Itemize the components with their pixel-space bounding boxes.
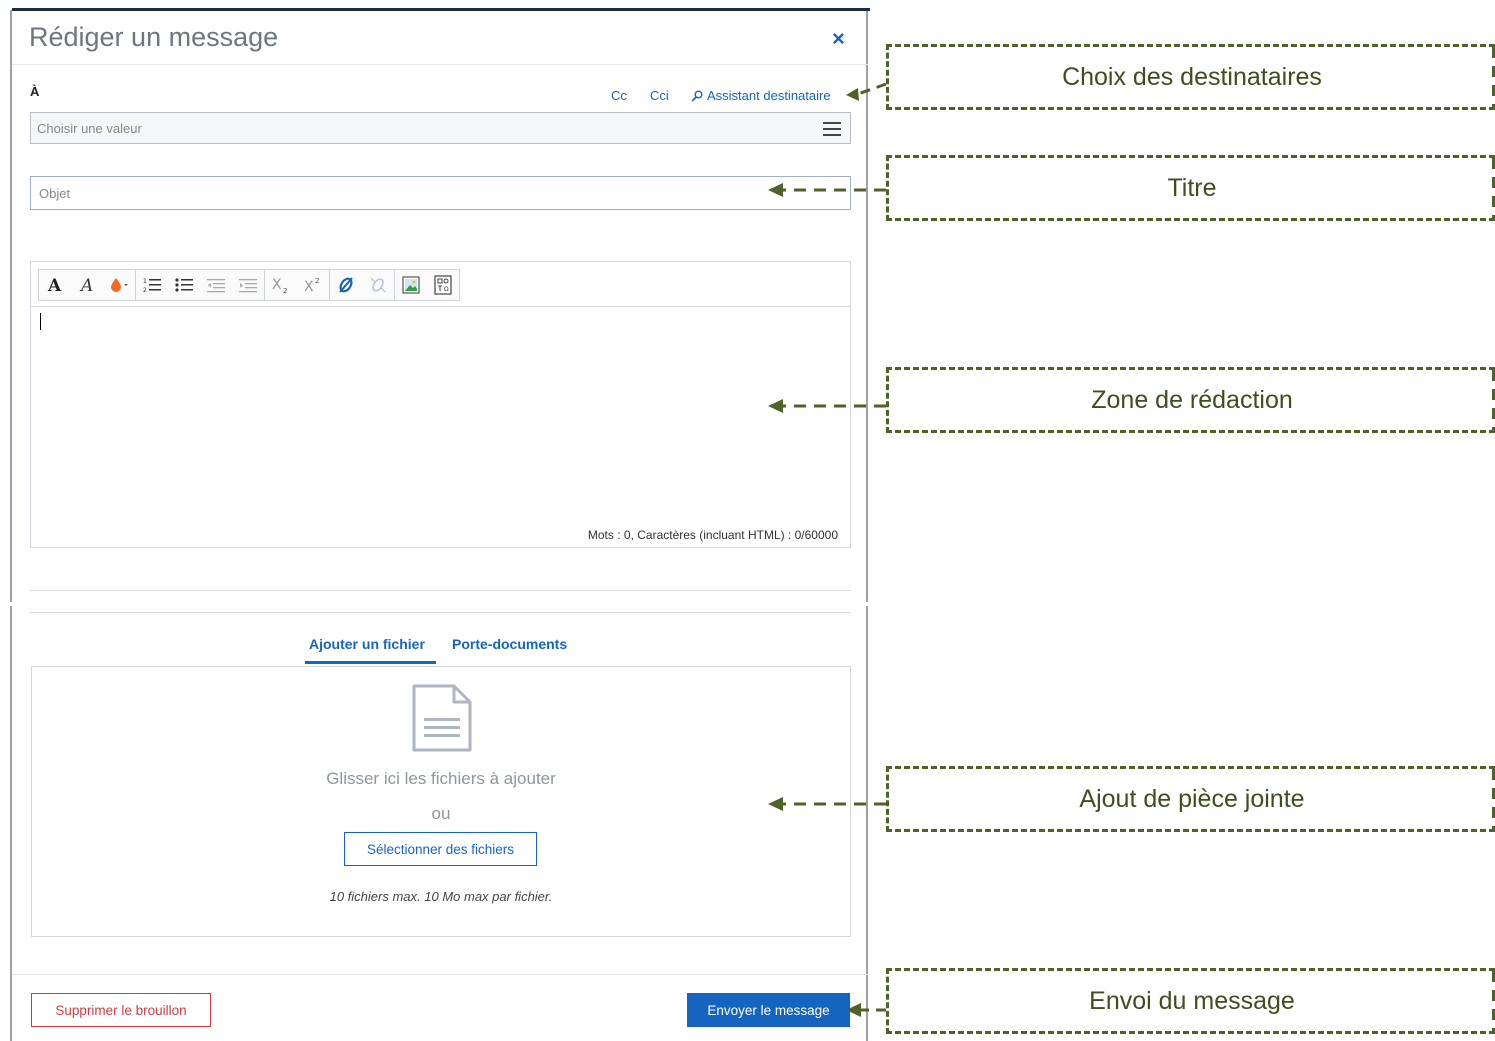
annotation-arrows <box>768 82 887 1017</box>
stage: Rédiger un message × À Cc Cci Assistant … <box>0 0 1495 1041</box>
